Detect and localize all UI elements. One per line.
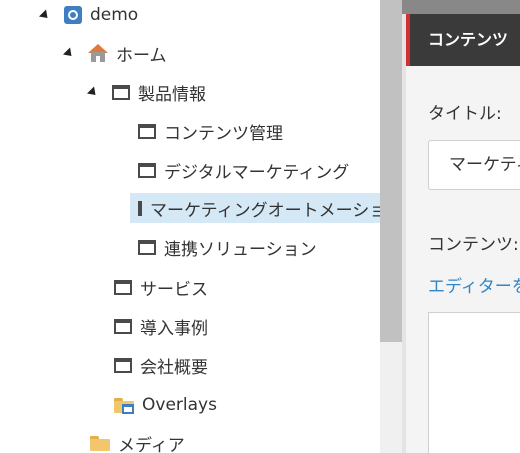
page-icon (112, 84, 130, 100)
title-label: タイトル: (428, 104, 502, 124)
panel-divider (402, 14, 406, 453)
page-icon (114, 279, 132, 295)
tree-item-integration-solutions[interactable]: 連携ソリューション (138, 232, 317, 262)
tree-item-media[interactable]: メディア (90, 428, 185, 453)
tree-item-label: 連携ソリューション (164, 239, 317, 260)
expand-toggle-icon[interactable] (62, 46, 76, 60)
tree-item-content-management[interactable]: コンテンツ管理 (138, 116, 283, 146)
tree-item-label: メディア (118, 435, 185, 453)
tree-item-label: 会社概要 (140, 357, 208, 378)
expand-toggle-icon[interactable] (86, 85, 100, 99)
page-icon (138, 239, 156, 255)
tree-item-home[interactable]: ホーム (62, 38, 167, 68)
page-icon (138, 162, 156, 178)
page-icon (138, 200, 142, 216)
open-editor-link[interactable]: エディターを開く (428, 272, 520, 297)
home-icon (88, 44, 108, 62)
tree-item-label: サービス (140, 279, 208, 300)
tree-item-digital-marketing[interactable]: デジタルマーケティング (138, 155, 349, 185)
folder-icon (90, 435, 110, 451)
editor-top-bar (402, 0, 520, 14)
page-icon (114, 318, 132, 334)
tree-item-label: demo (90, 5, 139, 25)
title-input[interactable]: マーケティングオートメーション (428, 140, 520, 190)
tree-item-demo[interactable]: demo (38, 0, 139, 30)
content-label: コンテンツ: (428, 235, 519, 255)
tree-item-marketing-automation[interactable]: マーケティングオートメーション (130, 193, 380, 223)
section-header[interactable]: コンテンツ (406, 14, 520, 66)
tree-item-label: デジタルマーケティング (164, 162, 350, 183)
tree-item-label: 製品情報 (138, 84, 206, 105)
overlay-folder-icon (114, 397, 134, 414)
tree-item-company[interactable]: 会社概要 (114, 350, 208, 380)
tree-item-label: マーケティングオートメーション (150, 200, 380, 221)
page-icon (138, 123, 156, 139)
tree-item-overlays[interactable]: Overlays (114, 390, 217, 420)
page-icon (114, 357, 132, 373)
tree-item-label: Overlays (142, 395, 217, 415)
tree-item-products[interactable]: 製品情報 (86, 77, 206, 107)
tree-item-label: ホーム (116, 45, 167, 66)
tree-item-label: 導入事例 (140, 318, 208, 339)
editor-panel: コンテンツ タイトル: マーケティングオートメーション コンテンツ: エディター… (402, 0, 520, 453)
expand-toggle-icon[interactable] (38, 8, 52, 22)
content-tree: demo ホーム 製品情報 コンテンツ管理 デジタルマーケティング マーケティン… (0, 0, 380, 453)
tree-item-services[interactable]: サービス (114, 272, 208, 302)
site-globe-icon (64, 6, 82, 24)
rich-text-area[interactable] (428, 312, 520, 453)
tree-scrollbar-thumb[interactable] (380, 0, 402, 342)
tree-item-case-studies[interactable]: 導入事例 (114, 311, 208, 341)
tree-item-label: コンテンツ管理 (164, 123, 283, 144)
